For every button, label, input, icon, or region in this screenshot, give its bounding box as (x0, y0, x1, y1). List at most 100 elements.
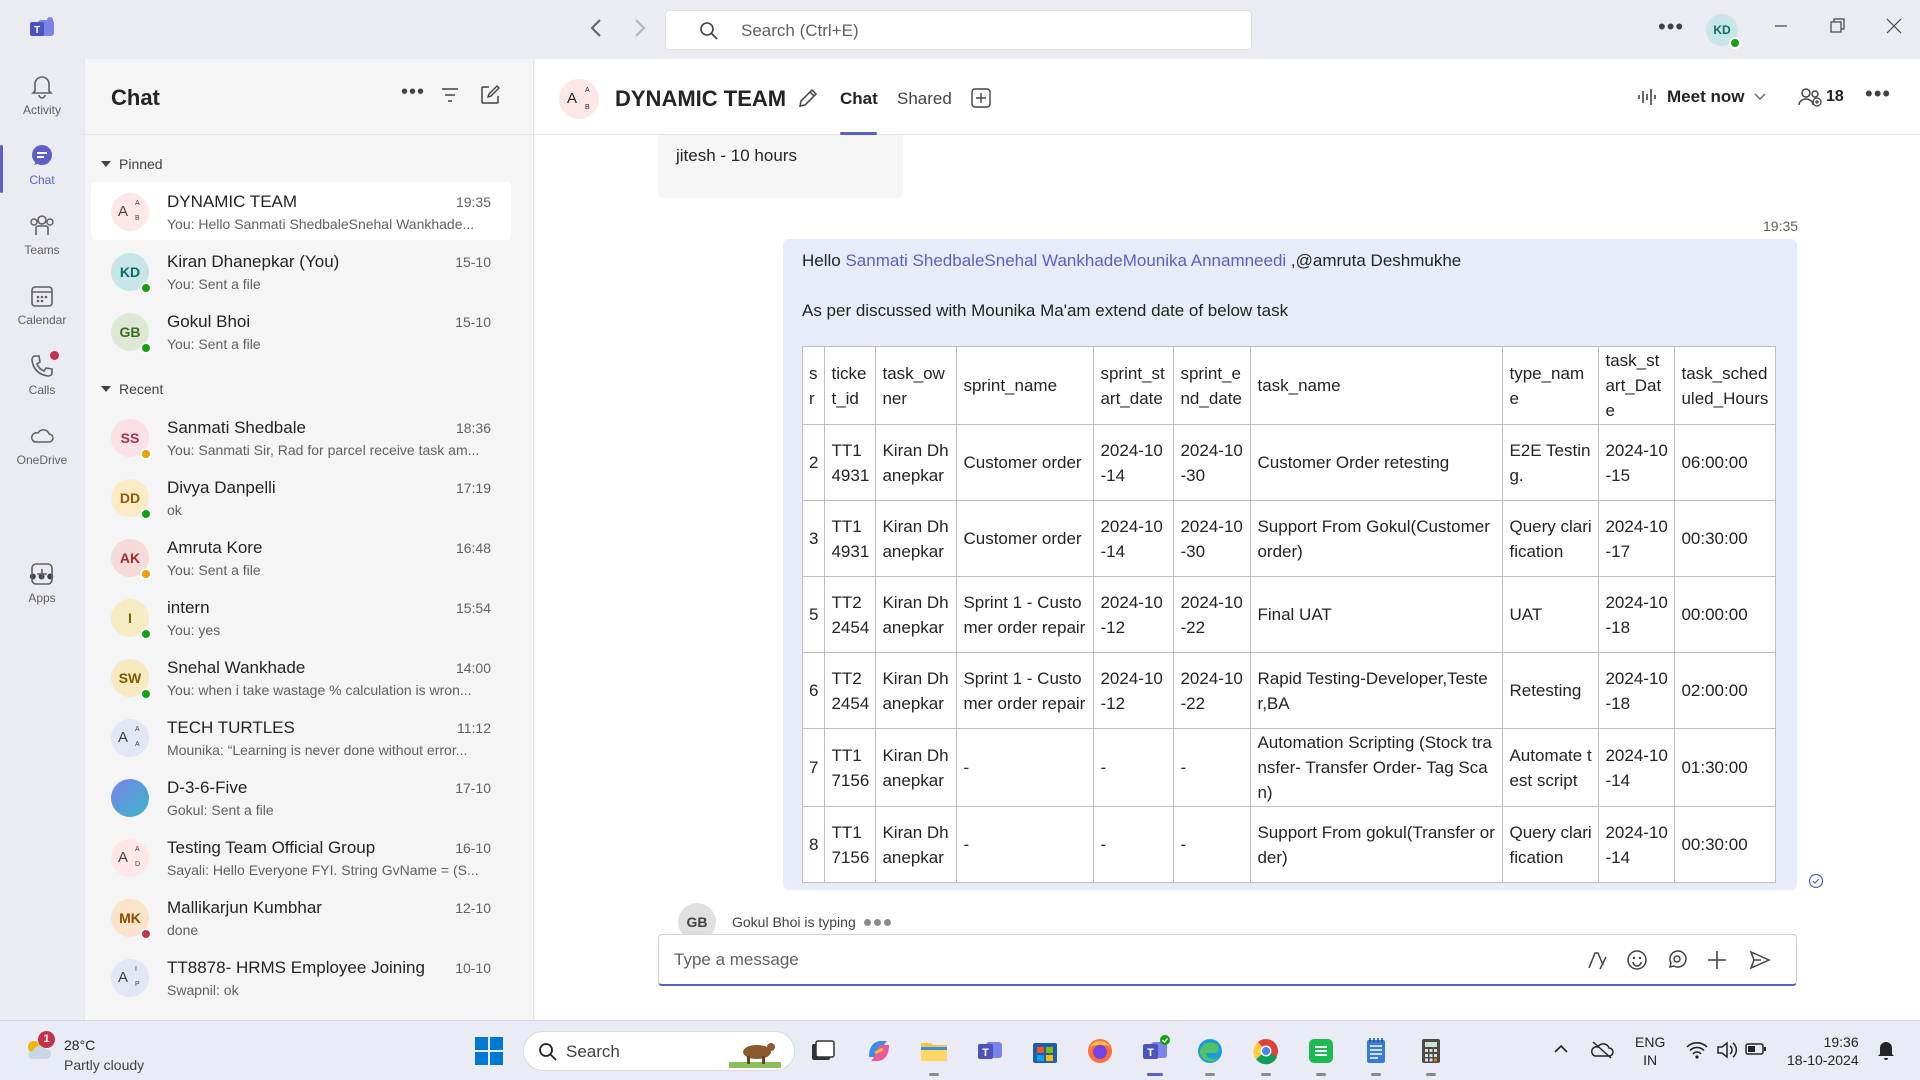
rail-item-teams[interactable]: Teams (0, 207, 84, 269)
message-composer[interactable] (658, 934, 1797, 986)
filter-icon[interactable] (441, 87, 459, 103)
windows-start-icon[interactable] (473, 1035, 505, 1067)
taskbar-search[interactable]: Search (523, 1031, 795, 1071)
language-indicator[interactable]: ENG IN (1635, 1033, 1665, 1069)
close-window-icon[interactable] (1886, 16, 1902, 36)
chat-more-options-icon[interactable]: ••• (401, 81, 425, 104)
chat-name: Gokul Bhoi (167, 312, 251, 331)
more-options-icon[interactable]: ••• (1658, 14, 1684, 40)
store-icon[interactable] (1029, 1035, 1061, 1067)
notification-dot (50, 351, 59, 360)
copilot-icon[interactable] (863, 1035, 895, 1067)
edge-icon[interactable] (1194, 1035, 1226, 1076)
chat-item-intern[interactable]: I intern 15:54 You: yes (91, 588, 511, 646)
tab-shared[interactable]: Shared (897, 89, 952, 109)
global-search-input[interactable] (741, 19, 1221, 43)
chat-item-tech-turtles[interactable]: AAA TECH TURTLES 11:12 Mounika: “Learnin… (91, 708, 511, 766)
teams-people-icon (29, 213, 55, 239)
participant-count: 18 (1826, 88, 1844, 105)
profile-avatar[interactable]: KD (1706, 14, 1741, 49)
minimize-icon[interactable] (1774, 16, 1788, 36)
forward-arrow-icon[interactable] (634, 18, 646, 38)
chat-item-sanmati[interactable]: SS Sanmati Shedbale 18:36 You: Sanmati S… (91, 408, 511, 466)
teams-app-icon[interactable]: T (974, 1035, 1006, 1067)
group-avatar: A A B (559, 79, 599, 119)
table-cell: 2024-10-14 (1598, 806, 1676, 883)
chat-item-gokul[interactable]: GB Gokul Bhoi 15-10 You: Sent a file (91, 302, 511, 360)
chat-item-mallikarjun[interactable]: MK Mallikarjun Kumbhar 12-10 done (91, 888, 511, 946)
header-cell: ticket_id (824, 346, 877, 425)
tab-chat[interactable]: Chat (840, 89, 878, 109)
chat-item-dynamic-team[interactable]: AAB DYNAMIC TEAM 19:35 You: Hello Sanmat… (91, 182, 511, 240)
loop-icon[interactable] (1666, 949, 1688, 971)
onedrive-offline-icon[interactable] (1590, 1040, 1614, 1060)
chat-item-amruta[interactable]: AK Amruta Kore 16:48 You: Sent a file (91, 528, 511, 586)
rail-item-activity[interactable]: Activity (0, 67, 84, 129)
rail-item-apps[interactable]: Apps (0, 555, 84, 617)
chat-item-snehal[interactable]: SW Snehal Wankhade 14:00 You: when i tak… (91, 648, 511, 706)
table-cell: 2024-10-22 (1173, 576, 1252, 653)
new-chat-icon[interactable] (480, 85, 500, 105)
table-cell: - (1093, 806, 1175, 883)
language-code: ENG (1635, 1034, 1666, 1050)
chat-time: 15-10 (455, 314, 491, 330)
message-bubble[interactable]: Hello Sanmati ShedbaleSnehal WankhadeMou… (783, 239, 1797, 890)
avatar: SW (111, 659, 152, 700)
system-clock[interactable]: 19:36 18-10-2024 (1787, 1033, 1859, 1069)
chevron-up-icon[interactable] (1553, 1041, 1569, 1057)
notepad-icon[interactable] (1360, 1035, 1392, 1076)
firefox-icon[interactable] (1084, 1035, 1116, 1067)
chat-item-testing-team[interactable]: AAD Testing Team Official Group 16-10 Sa… (91, 828, 511, 886)
message-text: jitesh - 10 hours (676, 146, 797, 165)
task-view-icon[interactable] (807, 1035, 839, 1067)
wifi-icon[interactable] (1686, 1040, 1708, 1060)
rail-item-calls[interactable]: Calls (0, 347, 84, 409)
group-avatar: AIP (111, 959, 149, 997)
global-search[interactable] (665, 10, 1252, 50)
chat-name: Amruta Kore (167, 538, 263, 557)
section-pinned[interactable]: Pinned (101, 156, 163, 172)
message-input[interactable] (674, 948, 1524, 972)
edit-pencil-icon[interactable] (797, 87, 819, 109)
table-cell: 2024-10-15 (1598, 424, 1676, 501)
table-cell: 2024-10-14 (1093, 500, 1175, 577)
conversation-more-icon[interactable]: ••• (1865, 81, 1891, 107)
meet-now-button[interactable]: Meet now (1637, 87, 1766, 107)
back-arrow-icon[interactable] (590, 18, 602, 38)
chat-item-kiran[interactable]: KD Kiran Dhanepkar (You) 15-10 You: Sent… (91, 242, 511, 300)
chrome-icon[interactable] (1250, 1035, 1282, 1076)
file-explorer-icon[interactable] (918, 1035, 950, 1076)
format-pen-icon[interactable] (1586, 949, 1608, 971)
mention-link[interactable]: Sanmati ShedbaleSnehal WankhadeMounika A… (845, 251, 1286, 270)
header-cell: task_owner (875, 346, 958, 425)
battery-icon[interactable] (1745, 1041, 1767, 1057)
rail-item-calendar[interactable]: Calendar (0, 277, 84, 339)
table-cell: Support From gokul(Transfer order) (1250, 806, 1504, 883)
table-cell: 2024-10-12 (1093, 576, 1175, 653)
volume-icon[interactable] (1716, 1040, 1738, 1060)
participants-button[interactable]: 18 (1798, 87, 1844, 107)
table-cell: 2024-10-14 (1093, 424, 1175, 501)
teams-active-icon[interactable]: T (1139, 1035, 1171, 1076)
table-cell: Automate test script (1502, 728, 1600, 807)
add-tab-icon[interactable] (971, 88, 991, 108)
chat-preview: You: yes (167, 622, 221, 638)
send-icon[interactable] (1749, 949, 1771, 971)
table-cell: UAT (1502, 576, 1600, 653)
restore-icon[interactable] (1830, 16, 1846, 36)
section-recent[interactable]: Recent (101, 381, 163, 397)
chat-item-tt8878[interactable]: AIP TT8878- HRMS Employee Joining 10-10 … (91, 948, 511, 1006)
presence-busy-icon (140, 928, 152, 940)
table-header-row: sr ticket_id task_owner sprint_name spri… (801, 346, 1777, 425)
profile-initials: KD (1713, 23, 1731, 37)
add-attachment-icon[interactable] (1706, 949, 1728, 971)
calculator-icon[interactable] (1415, 1035, 1447, 1076)
emoji-icon[interactable] (1626, 949, 1648, 971)
spreadsheet-app-icon[interactable] (1305, 1035, 1337, 1076)
rail-item-onedrive[interactable]: OneDrive (0, 417, 84, 479)
chat-item-divya[interactable]: DD Divya Danpelli 17:19 ok (91, 468, 511, 526)
chat-name: Mallikarjun Kumbhar (167, 898, 322, 917)
notification-bell-icon[interactable] (1876, 1039, 1896, 1061)
chat-item-d36five[interactable]: D-3-6-Five 17-10 Gokul: Sent a file (91, 768, 511, 826)
rail-item-chat[interactable]: Chat (0, 137, 84, 199)
